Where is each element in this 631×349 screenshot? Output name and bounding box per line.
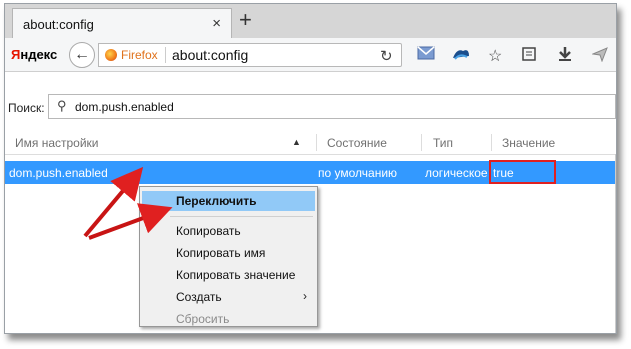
arrow-to-row bbox=[83, 166, 144, 238]
arrow-to-toggle bbox=[88, 203, 173, 240]
annotation-arrows bbox=[83, 166, 173, 240]
browser-window: about:config × + Яндекс ← Firefox about:… bbox=[4, 3, 617, 334]
